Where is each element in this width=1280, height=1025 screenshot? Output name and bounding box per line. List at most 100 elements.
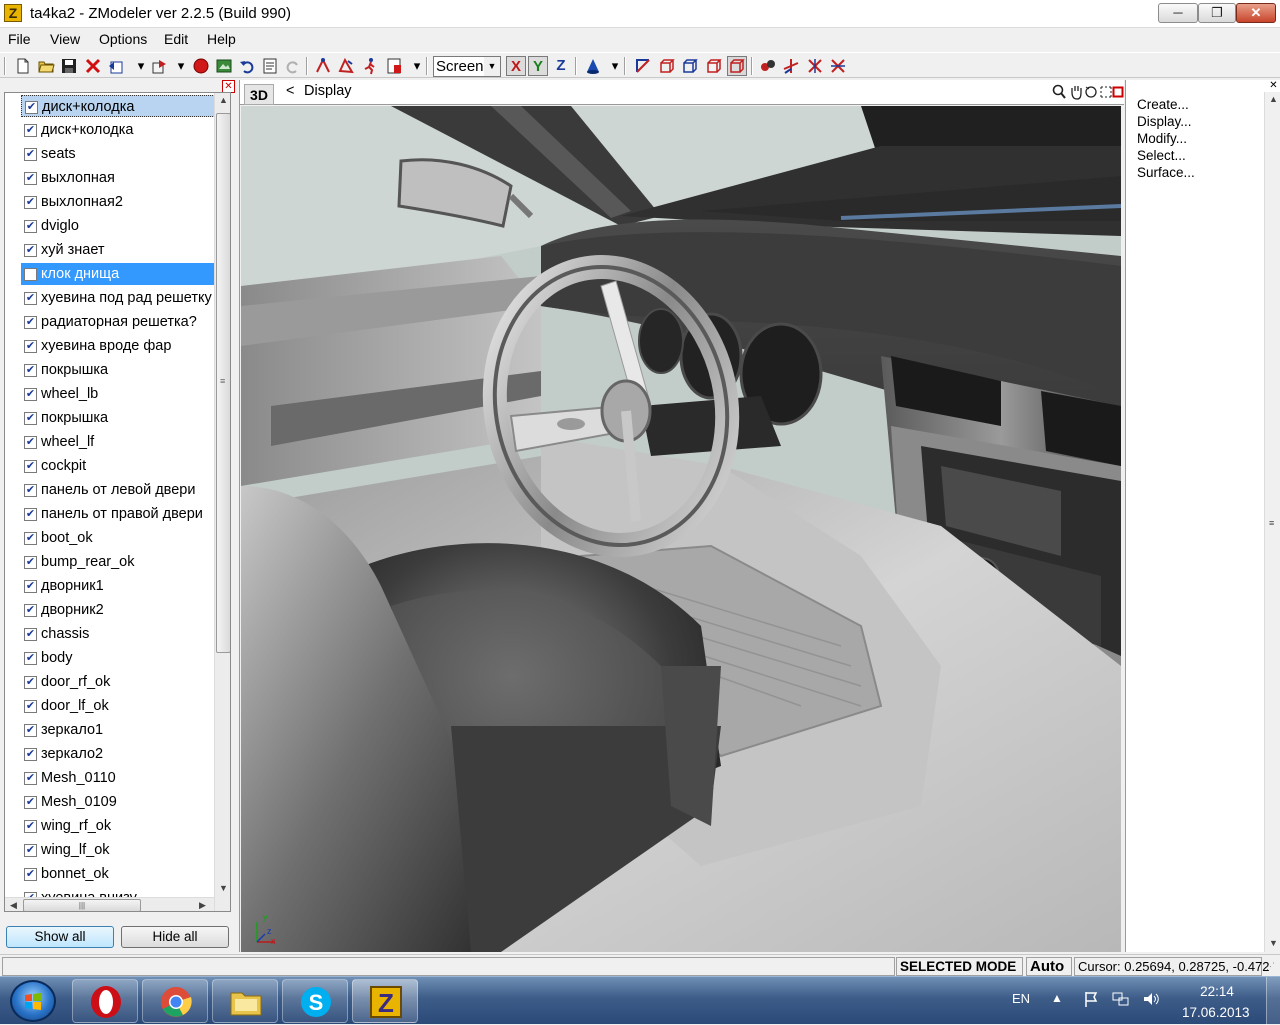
command-select[interactable]: Select... <box>1137 147 1195 164</box>
import-dropdown-icon[interactable]: ▾ <box>132 57 150 75</box>
cone-dropdown-icon[interactable]: ▾ <box>606 57 624 75</box>
object-list-item[interactable]: ✔ Mesh_0109 <box>21 791 217 813</box>
record-icon[interactable] <box>192 57 210 75</box>
visibility-checkbox[interactable]: ✔ <box>24 748 37 761</box>
scrollbar-thumb[interactable]: ≡ <box>216 113 230 653</box>
visibility-checkbox[interactable]: ✔ <box>24 772 37 785</box>
object-list-item[interactable]: ✔ cockpit <box>21 455 217 477</box>
visibility-checkbox[interactable]: ✔ <box>24 844 37 857</box>
hide-all-button[interactable]: Hide all <box>121 926 229 948</box>
visibility-checkbox[interactable] <box>24 268 37 281</box>
object-list-item[interactable]: ✔ выхлопная2 <box>21 191 217 213</box>
visibility-checkbox[interactable]: ✔ <box>24 652 37 665</box>
command-surface[interactable]: Surface... <box>1137 164 1195 181</box>
visibility-checkbox[interactable]: ✔ <box>24 364 37 377</box>
object-list-item[interactable]: ✔ chassis <box>21 623 217 645</box>
axis-x-toggle[interactable]: X <box>506 56 526 76</box>
viewport-nav-arrow[interactable]: < <box>286 83 294 99</box>
visibility-checkbox[interactable]: ✔ <box>25 101 38 114</box>
object-list-item[interactable]: ✔ dviglo <box>21 215 217 237</box>
object-list-item[interactable]: ✔ хуй знает <box>21 239 217 261</box>
notes-icon[interactable] <box>261 57 279 75</box>
minimize-button[interactable]: ─ <box>1158 3 1198 23</box>
select-face-icon[interactable] <box>337 57 355 75</box>
command-create[interactable]: Create... <box>1137 96 1195 113</box>
visibility-checkbox[interactable]: ✔ <box>24 436 37 449</box>
axes-scale-icon[interactable] <box>829 57 847 75</box>
visibility-checkbox[interactable]: ✔ <box>24 148 37 161</box>
visibility-checkbox[interactable]: ✔ <box>24 604 37 617</box>
visibility-checkbox[interactable]: ✔ <box>24 412 37 425</box>
visibility-checkbox[interactable]: ✔ <box>24 628 37 641</box>
visibility-checkbox[interactable]: ✔ <box>24 700 37 713</box>
visibility-checkbox[interactable]: ✔ <box>24 580 37 593</box>
object-list-item[interactable]: ✔ seats <box>21 143 217 165</box>
command-display[interactable]: Display... <box>1137 113 1195 130</box>
title-bar[interactable]: Z ta4ka2 - ZModeler ver 2.2.5 (Build 990… <box>0 0 1280 28</box>
visibility-checkbox[interactable]: ✔ <box>24 244 37 257</box>
new-file-icon[interactable] <box>14 57 32 75</box>
taskbar-opera[interactable] <box>72 979 138 1023</box>
view-select-dropdown[interactable]: Screen ▼ <box>433 56 501 77</box>
object-list-item[interactable]: ✔ wheel_lb <box>21 383 217 405</box>
taskbar-skype[interactable]: S <box>282 979 348 1023</box>
taskbar-chrome[interactable] <box>142 979 208 1023</box>
taskbar-explorer[interactable] <box>212 979 278 1023</box>
scroll-up-icon[interactable]: ▲ <box>1269 94 1278 104</box>
object-list-item[interactable]: ✔ выхлопная <box>21 167 217 189</box>
object-list-item[interactable]: ✔ покрышка <box>21 407 217 429</box>
object-list-item[interactable]: ✔ door_rf_ok <box>21 671 217 693</box>
axis-z-toggle[interactable]: Z <box>551 56 571 76</box>
object-list-item[interactable]: ✔ body <box>21 647 217 669</box>
volume-icon[interactable] <box>1142 991 1160 1011</box>
visibility-checkbox[interactable]: ✔ <box>24 316 37 329</box>
link-icon[interactable] <box>759 57 777 75</box>
object-list-item[interactable]: ✔ зеркало1 <box>21 719 217 741</box>
maximize-viewport-icon[interactable] <box>1112 84 1124 103</box>
delete-icon[interactable] <box>84 57 102 75</box>
axis-y-toggle[interactable]: Y <box>528 56 548 76</box>
create-box-icon[interactable] <box>658 57 676 75</box>
cone-icon[interactable] <box>584 57 602 75</box>
chevron-down-icon[interactable]: ▼ <box>484 57 500 76</box>
visibility-checkbox[interactable]: ✔ <box>24 292 37 305</box>
export-icon[interactable] <box>150 57 168 75</box>
properties-icon[interactable] <box>385 57 403 75</box>
visibility-checkbox[interactable]: ✔ <box>24 868 37 881</box>
undo-icon[interactable] <box>238 57 256 75</box>
properties-dropdown-icon[interactable]: ▾ <box>408 57 426 75</box>
pan-hand-icon[interactable] <box>1069 84 1083 103</box>
visibility-checkbox[interactable]: ✔ <box>24 724 37 737</box>
menu-options[interactable]: Options <box>99 31 147 47</box>
clock-date[interactable]: 17.06.2013 <box>1182 1005 1250 1020</box>
zmodeler-app-icon[interactable]: Z <box>4 4 22 22</box>
close-button[interactable]: ✕ <box>1236 3 1276 23</box>
select-vertex-icon[interactable] <box>314 57 332 75</box>
create-line-icon[interactable] <box>634 57 652 75</box>
axes-move-icon[interactable] <box>782 57 800 75</box>
zoom-icon[interactable] <box>1052 84 1066 103</box>
objects-list[interactable]: ✔ диск+колодка ✔ диск+колодка ✔ seats ✔ выхлопн… <box>4 92 231 912</box>
close-icon[interactable]: ✕ <box>1268 80 1279 93</box>
object-list-item[interactable]: ✔ дворник1 <box>21 575 217 597</box>
axes-rotate-icon[interactable] <box>806 57 824 75</box>
visibility-checkbox[interactable]: ✔ <box>24 484 37 497</box>
object-list-item[interactable]: ✔ wing_lf_ok <box>21 839 217 861</box>
visibility-checkbox[interactable]: ✔ <box>24 532 37 545</box>
maximize-button[interactable]: ❐ <box>1198 3 1236 23</box>
menu-view[interactable]: View <box>50 31 80 47</box>
walk-icon[interactable] <box>361 57 379 75</box>
object-list-item[interactable]: ✔ boot_ok <box>21 527 217 549</box>
open-folder-icon[interactable] <box>37 57 55 75</box>
language-indicator[interactable]: EN <box>1012 991 1030 1006</box>
visibility-checkbox[interactable]: ✔ <box>24 220 37 233</box>
menu-help[interactable]: Help <box>207 31 236 47</box>
vertical-scrollbar[interactable]: ▲ ≡ ▼ <box>214 93 230 911</box>
visibility-checkbox[interactable]: ✔ <box>24 556 37 569</box>
taskbar-zmodeler[interactable]: Z <box>352 979 418 1023</box>
import-icon[interactable] <box>107 57 125 75</box>
scrollbar-grip-icon[interactable]: ≡ <box>1269 518 1274 528</box>
object-list-item[interactable]: ✔ покрышка <box>21 359 217 381</box>
scroll-left-icon[interactable]: ◀ <box>10 900 17 911</box>
texture-icon[interactable] <box>215 57 233 75</box>
